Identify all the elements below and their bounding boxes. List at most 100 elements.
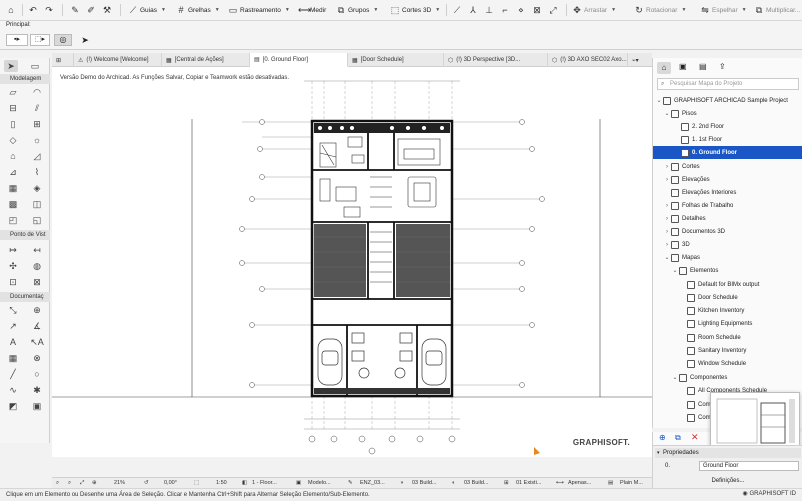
nav-story-ground[interactable]: 0. Ground Floor — [653, 146, 802, 159]
mesh-tool-icon[interactable]: ▦ — [6, 182, 20, 194]
view-map-icon[interactable]: ▣ — [679, 62, 687, 71]
dimension-tool-icon[interactable]: ⤡ — [6, 304, 20, 316]
fillet-icon[interactable]: ⌐ — [500, 3, 510, 17]
radial-dimension-tool-icon[interactable]: ↗ — [6, 320, 20, 332]
multiply-button[interactable]: ⧉ Multiplicar... — [754, 3, 801, 17]
nav-schedule-room[interactable]: Room Schedule — [653, 331, 802, 344]
angle-dimension-tool-icon[interactable]: ∡ — [30, 320, 44, 332]
mirror-button[interactable]: ⇋ Espelhar ▼ — [700, 3, 746, 17]
orientation-icon[interactable]: ↺ — [144, 479, 149, 488]
grids-button[interactable]: # Grelhas ▼ — [176, 3, 219, 17]
opening-tool-icon[interactable]: ◱ — [30, 214, 44, 226]
adjust-icon[interactable]: ⅄ — [468, 3, 478, 17]
navigator-search-input[interactable]: ⌕ Pesquisar Mapa do Projeto — [657, 78, 799, 90]
project-map-icon[interactable]: ⌂ — [657, 62, 671, 74]
floor-plan-canvas[interactable]: Versão Demo do Archicad. As Funções Salv… — [52, 67, 652, 457]
nav-schedule-bimx[interactable]: Default for BIMx output — [653, 278, 802, 291]
section-modeling[interactable]: Modelagem — [0, 74, 50, 84]
groups-button[interactable]: ⧉ Grupos ▼ — [336, 3, 379, 17]
nav-stories[interactable]: ⌄ Pisos — [653, 107, 802, 120]
cursor-icon[interactable]: ➤ — [78, 34, 92, 46]
nav-elevations[interactable]: › Elevações — [653, 173, 802, 186]
wall-tool-icon[interactable]: ▱ — [6, 86, 20, 98]
nav-3d-documents[interactable]: › Documentos 3D — [653, 225, 802, 238]
geometry-method-dropdown[interactable]: ⬚▸ — [30, 34, 50, 46]
circle-tool-icon[interactable]: ○ — [30, 368, 44, 380]
arrow-tool-icon[interactable]: ➤ — [4, 60, 18, 72]
plain-display[interactable]: Plain M... — [620, 479, 643, 488]
zoom-in-icon[interactable]: ⊕ — [92, 479, 97, 488]
redo-zoom-icon[interactable]: ⌕ — [68, 479, 71, 488]
magic-wand-icon[interactable]: ⚒ — [102, 3, 112, 17]
elevation-tool-icon[interactable]: ↤ — [30, 244, 44, 256]
tab-3d-axo[interactable]: ⬡ (!) 3D AXO SEC02 Axo... — [548, 53, 628, 67]
pick-up-icon[interactable]: ✎ — [70, 3, 80, 17]
shell-tool-icon[interactable]: ◿ — [30, 150, 44, 162]
column-tool-icon[interactable]: ▯ — [6, 118, 20, 130]
tab-3d-perspective[interactable]: ⬡ (!) 3D Perspective [3D... — [444, 53, 548, 67]
window-tool-icon[interactable]: ⊟ — [6, 102, 20, 114]
inject-icon[interactable]: ✐ — [86, 3, 96, 17]
nav-project-root[interactable]: ⌄ GRAPHISOFT ARCHICAD Sample Project — [653, 94, 802, 107]
nav-worksheets[interactable]: › Folhas de Trabalho — [653, 199, 802, 212]
quick-selection-icon[interactable]: ◎ — [54, 34, 72, 46]
dimension-display[interactable]: Apenas... — [568, 479, 591, 488]
layout-book-icon[interactable]: ▤ — [699, 62, 707, 71]
nav-schedule-sanitary[interactable]: Sanitary Inventory — [653, 344, 802, 357]
lamp-tool-icon[interactable]: ☼ — [30, 134, 44, 146]
graphisoft-id-button[interactable]: ◉ GRAPHISOFT ID — [714, 488, 802, 501]
nav-interior-elevations[interactable]: Elevações Interiores — [653, 186, 802, 199]
spline-tool-icon[interactable]: ✱ — [30, 384, 44, 396]
nav-elements[interactable]: ⌄ Elementos — [653, 264, 802, 277]
text-tool-icon[interactable]: A — [6, 336, 20, 348]
section-documentation[interactable]: Documentaç — [0, 292, 50, 302]
stair-tool-icon[interactable]: ⊿ — [6, 166, 20, 178]
tab-ground-floor[interactable]: ▤ [0. Ground Floor] — [250, 53, 348, 67]
layer-combo[interactable]: 1 - Floor... — [252, 479, 277, 488]
label-tool-icon[interactable]: ↖A — [30, 336, 44, 348]
nav-schedules[interactable]: ⌄ Mapas — [653, 251, 802, 264]
worksheet-tool-icon[interactable]: ◍ — [30, 260, 44, 272]
nav-schedule-door[interactable]: Door Schedule — [653, 291, 802, 304]
nav-schedule-kitchen[interactable]: Kitchen Inventory — [653, 304, 802, 317]
angle-value[interactable]: 0,00° — [164, 479, 177, 488]
fit-icon[interactable]: ⤢ — [80, 479, 84, 488]
object-tool-icon[interactable]: ◫ — [30, 198, 44, 210]
3d-cutaway-button[interactable]: ⬚ Cortes 3D ▼ — [390, 3, 440, 17]
railing-tool-icon[interactable]: ⌇ — [30, 166, 44, 178]
section-tool-icon[interactable]: ↦ — [6, 244, 20, 256]
skylight-tool-icon[interactable]: ◰ — [6, 214, 20, 226]
selection-method-dropdown[interactable]: ▪▸ — [6, 34, 28, 46]
door-tool-icon[interactable]: ◠ — [30, 86, 44, 98]
nav-story-2nd[interactable]: 2. 2nd Floor — [653, 120, 802, 133]
tab-overflow-button[interactable]: ⌁▾ — [628, 53, 652, 67]
curtain-wall-tool-icon[interactable]: ⫽ — [30, 102, 44, 114]
change-tool-icon[interactable]: ⊠ — [30, 276, 44, 288]
line-tool-icon[interactable]: ╱ — [6, 368, 20, 380]
morph-tool-icon[interactable]: ◈ — [30, 182, 44, 194]
guides-button[interactable]: ⟋ Guias ▼ — [128, 3, 166, 17]
tab-welcome[interactable]: ⚠ (!) Welcome [Welcome] — [74, 53, 162, 67]
offset-icon[interactable]: ⋄ — [516, 3, 526, 17]
model-view[interactable]: Modelo... — [308, 479, 331, 488]
interior-elevation-tool-icon[interactable]: ✣ — [6, 260, 20, 272]
split-icon[interactable]: ⟋ — [452, 3, 462, 17]
nav-3d[interactable]: › 3D — [653, 238, 802, 251]
tracker-button[interactable]: ▭ Rastreamento ▼ — [228, 3, 290, 17]
nav-details[interactable]: › Detalhes — [653, 212, 802, 225]
measure-button[interactable]: ⟷ Medir — [298, 3, 326, 17]
settings-button[interactable]: Definições... — [653, 476, 802, 487]
grid-element-tool-icon[interactable]: ⊗ — [30, 352, 44, 364]
properties-title[interactable]: ▾ Propriedades — [655, 448, 801, 458]
delete-icon[interactable]: ✕ — [691, 432, 699, 443]
level-dimension-tool-icon[interactable]: ⊕ — [30, 304, 44, 316]
clone-icon[interactable]: ⧉ — [675, 433, 681, 443]
tab-door-schedule[interactable]: ▦ [Door Schedule] — [348, 53, 444, 67]
hotspot-tool-icon[interactable]: ◩ — [6, 400, 20, 412]
nav-schedule-window[interactable]: Window Schedule — [653, 357, 802, 370]
roof-tool-icon[interactable]: ⌂ — [6, 150, 20, 162]
section-viewpoint[interactable]: Ponto de Vist — [0, 230, 50, 240]
scale-value[interactable]: 1:50 — [216, 479, 227, 488]
nav-schedule-lighting[interactable]: Lighting Equipments — [653, 317, 802, 330]
resize-icon[interactable]: ⤢ — [548, 3, 558, 17]
